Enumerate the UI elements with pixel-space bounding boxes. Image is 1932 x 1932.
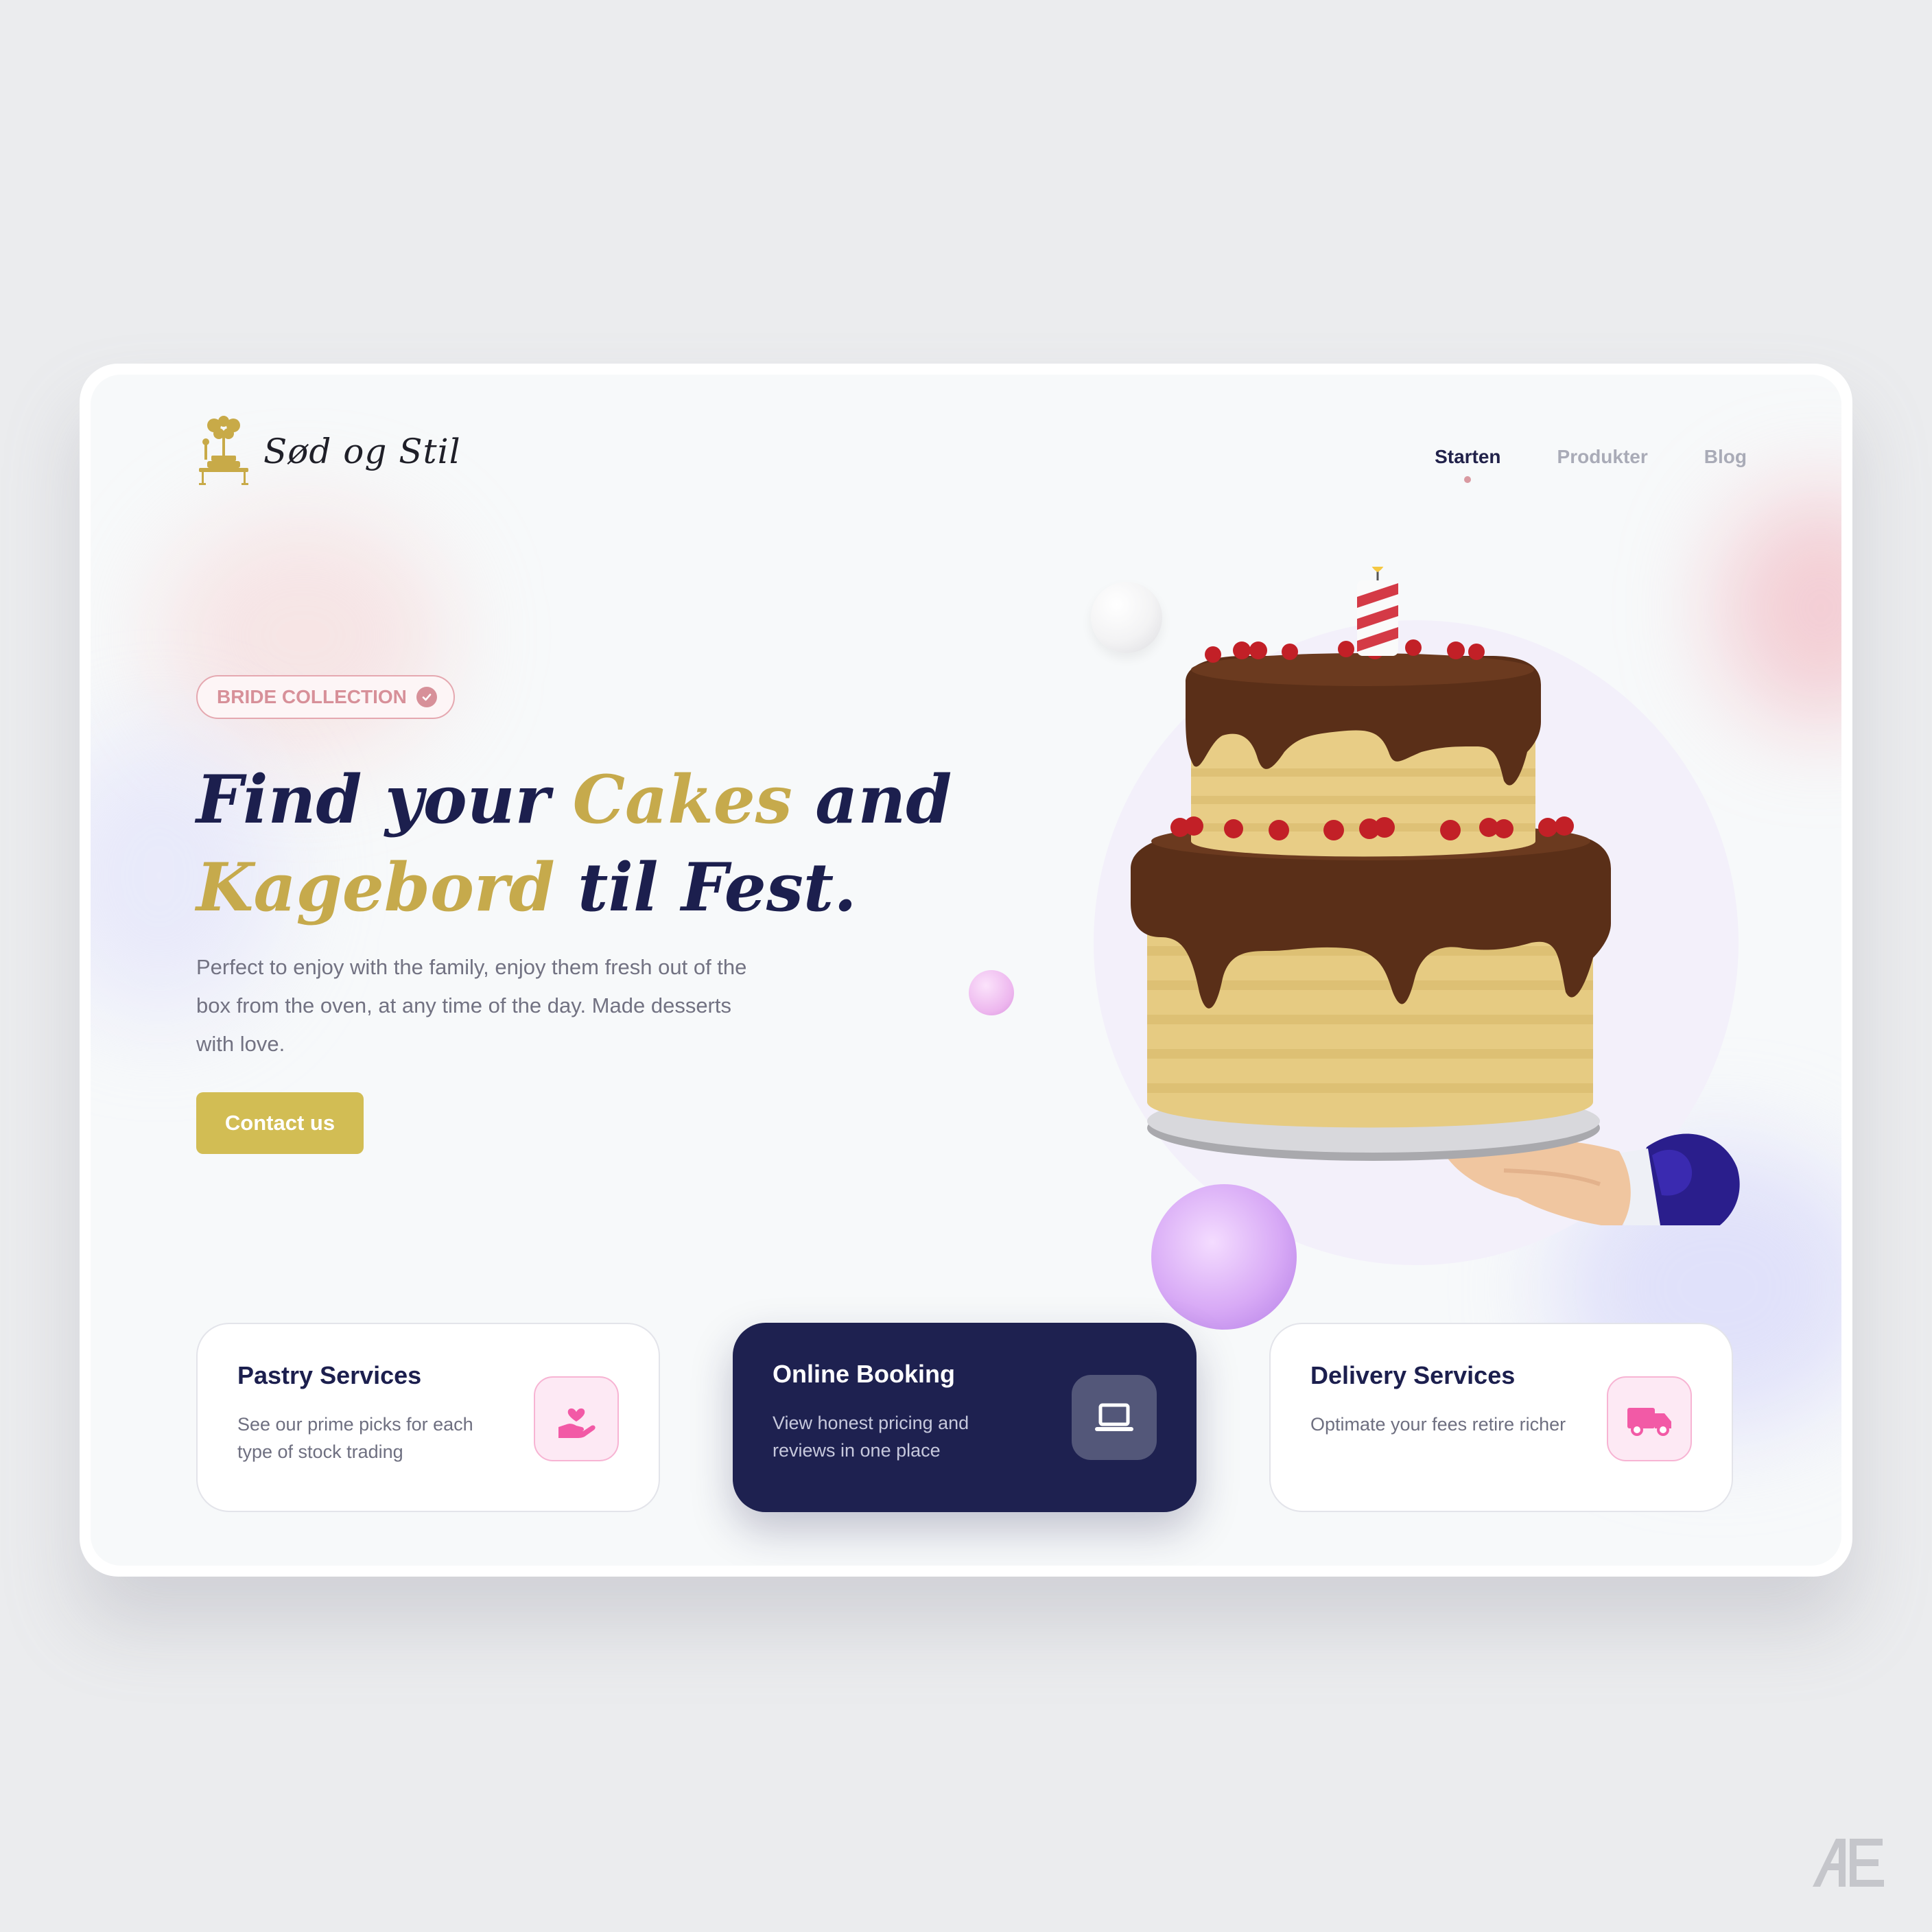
nav-item-label: Starten	[1435, 446, 1501, 467]
landing-page: Sød og Stil Starten Produkter Blog BRIDE…	[91, 375, 1841, 1566]
collection-badge[interactable]: BRIDE COLLECTION	[196, 675, 455, 719]
truck-icon	[1607, 1376, 1692, 1461]
hero-description: Perfect to enjoy with the family, enjoy …	[196, 955, 747, 1056]
active-indicator-dot	[1464, 476, 1472, 483]
hero-headline: Find your Cakes and Kagebord til Fest.	[196, 761, 952, 926]
contact-us-button[interactable]: Contact us	[196, 1092, 364, 1154]
service-card-pastry[interactable]: Pastry Services See our prime picks for …	[196, 1323, 660, 1512]
ae-watermark-logo	[1813, 1839, 1884, 1887]
card-description: Optimate your fees retire richer	[1310, 1414, 1566, 1435]
hand-heart-icon	[534, 1376, 619, 1461]
card-description: See our prime picks for each type of sto…	[237, 1414, 473, 1462]
headline-highlight: Cakes	[572, 761, 792, 838]
decor-blob	[159, 512, 447, 759]
laptop-icon	[1072, 1375, 1157, 1460]
brand-logo[interactable]: Sød og Stil	[196, 416, 461, 487]
cake-illustration	[1131, 567, 1740, 1225]
service-card-online-booking[interactable]: Online Booking View honest pricing and r…	[733, 1323, 1197, 1512]
service-card-delivery[interactable]: Delivery Services Optimate your fees ret…	[1269, 1323, 1733, 1512]
nav-item-starten[interactable]: Starten	[1435, 446, 1501, 483]
nav-item-blog[interactable]: Blog	[1704, 446, 1747, 468]
headline-highlight: Kagebord	[196, 849, 555, 926]
decor-sphere-pink	[969, 970, 1014, 1015]
nav-item-label: Produkter	[1557, 446, 1648, 467]
cake-stand-logo-icon	[199, 416, 248, 485]
decor-sphere-purple	[1151, 1184, 1297, 1330]
browser-frame: Sød og Stil Starten Produkter Blog BRIDE…	[80, 364, 1852, 1577]
nav-item-produkter[interactable]: Produkter	[1557, 446, 1648, 468]
nav-item-label: Blog	[1704, 446, 1747, 467]
brand-name: Sød og Stil	[263, 432, 461, 471]
check-circle-icon	[416, 687, 437, 707]
card-description: View honest pricing and reviews in one p…	[773, 1413, 969, 1461]
main-nav: Starten Produkter Blog	[1435, 446, 1747, 483]
badge-label: BRIDE COLLECTION	[217, 686, 407, 707]
